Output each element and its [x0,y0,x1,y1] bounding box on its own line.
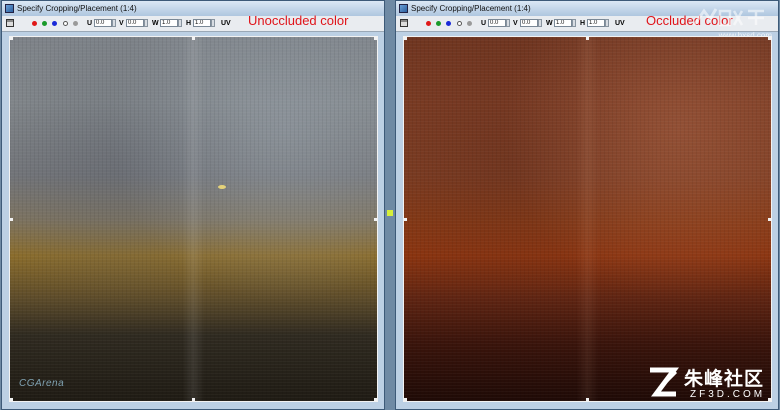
w-spinner[interactable] [178,19,182,27]
mono-channel-button[interactable] [73,21,78,26]
mode-label: Unoccluded color [248,13,349,28]
w-spinner[interactable] [572,19,576,27]
texture-grain [404,37,771,401]
hxsd-logo-watermark [692,8,764,27]
blue-channel-button[interactable] [52,21,57,26]
brand-name: 朱峰社区 [684,369,765,390]
green-channel-button[interactable] [436,21,441,26]
crop-handle-bottom-right[interactable] [374,398,377,401]
texture-preview-canvas[interactable] [403,36,772,402]
u-spinner[interactable] [506,19,510,27]
alpha-channel-button[interactable] [457,21,462,26]
brand-domain: ZF3D.COM [690,389,766,400]
red-channel-button[interactable] [426,21,431,26]
h-input[interactable]: 1.0 [193,19,211,27]
crop-handle-left[interactable] [404,218,407,221]
v-input[interactable]: 0.0 [520,19,538,27]
v-input[interactable]: 0.0 [126,19,144,27]
window-title: Specify Cropping/Placement (1:4) [17,4,137,13]
h-spinner[interactable] [605,19,609,27]
h-input[interactable]: 1.0 [587,19,605,27]
crop-handle-top-left[interactable] [10,37,13,40]
zf3d-logo-icon [650,367,679,397]
crop-handle-bottom[interactable] [192,398,195,401]
h-spinner[interactable] [211,19,215,27]
h-label: H [580,20,586,27]
w-input[interactable]: 1.0 [554,19,572,27]
crop-handle-right[interactable] [374,218,377,221]
crop-handle-top[interactable] [192,37,195,40]
mono-channel-button[interactable] [467,21,472,26]
u-spinner[interactable] [112,19,116,27]
save-disk-icon[interactable] [400,19,408,27]
uv-toggle[interactable]: UV [221,16,231,31]
u-label: U [481,20,487,27]
uv-toggle[interactable]: UV [615,16,625,31]
app-icon [5,4,14,13]
crop-handle-top[interactable] [586,37,589,40]
right-crop-window: Specify Cropping/Placement (1:4) U 0.0 V… [395,0,779,410]
crop-handle-left[interactable] [10,218,13,221]
save-disk-icon[interactable] [6,19,14,27]
w-label: W [546,20,553,27]
w-input[interactable]: 1.0 [160,19,178,27]
crop-handle-top-right[interactable] [374,37,377,40]
leaf-speck [218,185,226,189]
blue-channel-button[interactable] [446,21,451,26]
crop-handle-top-right[interactable] [768,37,771,40]
compare-arrow-icon [387,210,393,216]
v-spinner[interactable] [144,19,148,27]
app-icon [399,4,408,13]
crop-handle-bottom[interactable] [586,398,589,401]
texture-preview-canvas[interactable]: CGArena [9,36,378,402]
v-spinner[interactable] [538,19,542,27]
crop-handle-top-left[interactable] [404,37,407,40]
alpha-channel-button[interactable] [63,21,68,26]
u-input[interactable]: 0.0 [488,19,506,27]
u-label: U [87,20,93,27]
w-label: W [152,20,159,27]
h-label: H [186,20,192,27]
left-crop-window: Specify Cropping/Placement (1:4) U 0.0 V… [1,0,385,410]
crop-handle-right[interactable] [768,218,771,221]
window-title: Specify Cropping/Placement (1:4) [411,4,531,13]
crop-handle-bottom-left[interactable] [404,398,407,401]
red-channel-button[interactable] [32,21,37,26]
texture-grain [10,37,377,401]
u-input[interactable]: 0.0 [94,19,112,27]
cgarena-watermark: CGArena [19,378,65,389]
zf3d-brand-watermark: 朱峰社区 ZF3D.COM [646,362,778,408]
v-label: V [119,20,124,27]
crop-handle-bottom-left[interactable] [10,398,13,401]
v-label: V [513,20,518,27]
green-channel-button[interactable] [42,21,47,26]
